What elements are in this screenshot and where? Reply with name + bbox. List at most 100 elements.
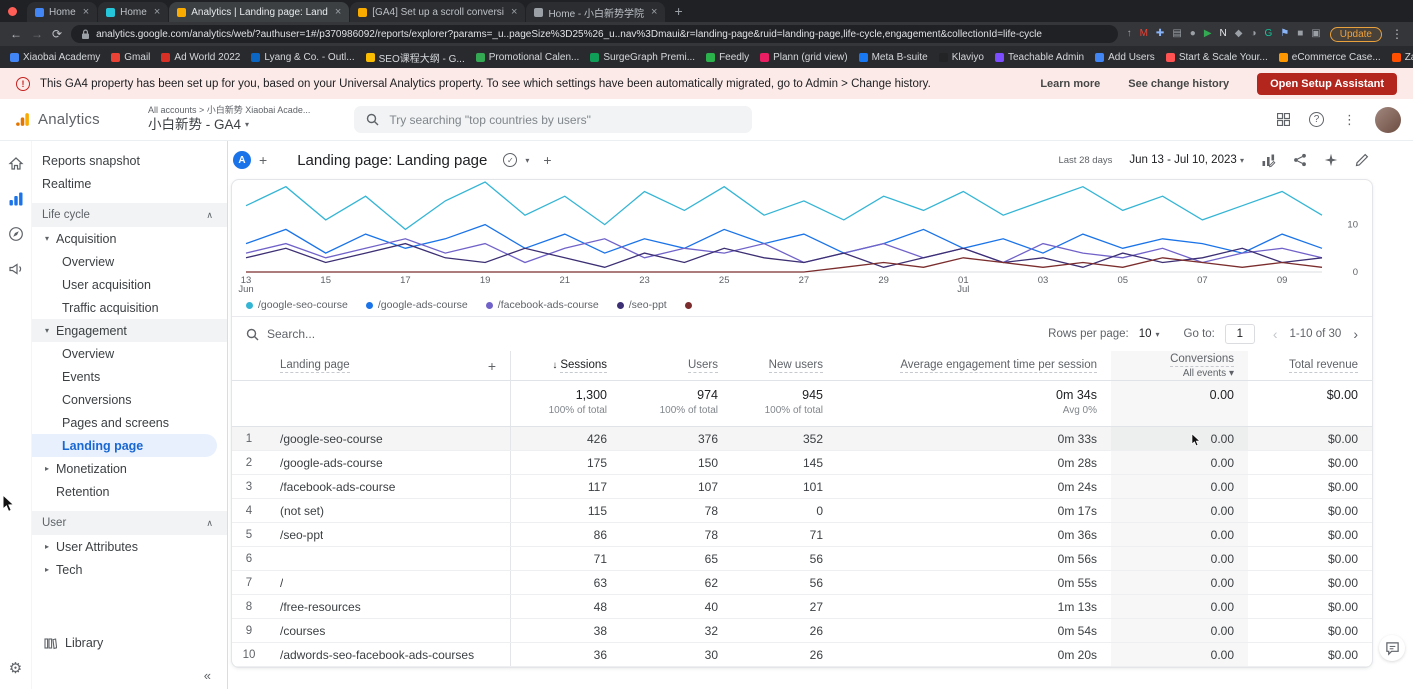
bookmark-item[interactable]: Lyang & Co. - Outl...: [251, 52, 354, 63]
gmail-icon[interactable]: M: [1140, 29, 1148, 39]
next-page-icon[interactable]: ›: [1353, 326, 1358, 342]
add-report-icon[interactable]: +: [543, 152, 551, 168]
go-to-page-input[interactable]: 1: [1225, 324, 1255, 344]
insights-icon[interactable]: [1324, 153, 1338, 167]
sidebar-item-conversions[interactable]: Conversions: [32, 388, 227, 411]
bookmark-item[interactable]: Start & Scale Your...: [1166, 52, 1268, 63]
new-tab-icon[interactable]: +: [674, 3, 682, 19]
admin-gear-icon[interactable]: ⚙: [9, 659, 22, 677]
property-switcher[interactable]: All accounts > 小白新势 Xiaobai Acade... 小白新…: [148, 105, 310, 133]
reload-icon[interactable]: ⟳: [52, 27, 62, 41]
sidebar-item-landing-page[interactable]: Landing page: [32, 434, 217, 457]
screenshot-icon[interactable]: ■: [1297, 29, 1303, 39]
bookmark-item[interactable]: Promotional Calen...: [476, 52, 580, 63]
column-avg-engagement-time[interactable]: Average engagement time per session: [837, 351, 1111, 380]
more-vert-icon[interactable]: ⋮: [1343, 112, 1356, 128]
bookmark-item[interactable]: SurgeGraph Premi...: [590, 52, 695, 63]
add-comparison-icon[interactable]: +: [259, 152, 267, 168]
close-window-button[interactable]: [8, 7, 17, 16]
flag-icon[interactable]: ⚑: [1280, 29, 1289, 39]
forward-icon[interactable]: →: [31, 27, 43, 41]
rows-per-page-select[interactable]: 10: [1139, 328, 1152, 340]
date-range-selector[interactable]: Jun 13 - Jul 10, 2023 ▾: [1129, 154, 1244, 166]
tab-close-icon[interactable]: ×: [83, 6, 89, 18]
table-search-input[interactable]: Search...: [267, 327, 315, 341]
check-circle-icon[interactable]: ✓: [503, 153, 517, 167]
conversions-event-filter[interactable]: All events ▾: [1183, 368, 1234, 379]
report-dropdown-icon[interactable]: ▾: [525, 156, 529, 165]
sidebar-item-retention[interactable]: Retention: [32, 480, 227, 503]
avatar[interactable]: [1375, 107, 1401, 133]
help-icon[interactable]: ?: [1309, 112, 1324, 127]
sidebar-item-traffic-acquisition[interactable]: Traffic acquisition: [32, 296, 227, 319]
sidebar-item-user-acquisition[interactable]: User acquisition: [32, 273, 227, 296]
tab-close-icon[interactable]: ×: [651, 6, 657, 18]
update-button[interactable]: Update: [1330, 27, 1382, 42]
browser-tab[interactable]: Analytics | Landing page: Land×: [169, 2, 349, 22]
browser-tab[interactable]: Home×: [27, 2, 97, 22]
bookmark-item[interactable]: Meta B-suite: [859, 52, 928, 63]
rows-per-page-caret-icon[interactable]: ▾: [1156, 330, 1160, 339]
bookmark-item[interactable]: Gmail: [111, 52, 150, 63]
magic-wand-icon[interactable]: ✚: [1156, 29, 1164, 39]
play-icon[interactable]: ▶: [1204, 29, 1212, 39]
column-conversions[interactable]: Conversions All events ▾: [1111, 351, 1248, 380]
feedback-button[interactable]: [1379, 635, 1405, 661]
add-dimension-icon[interactable]: +: [488, 358, 496, 374]
analytics-logo[interactable]: Analytics: [0, 111, 148, 128]
column-landing-page[interactable]: Landing page +: [266, 351, 511, 380]
open-setup-assistant-button[interactable]: Open Setup Assistant: [1257, 73, 1397, 95]
apps-grid-icon[interactable]: ▤: [1172, 29, 1181, 39]
sidebar-item-overview[interactable]: Overview: [32, 250, 227, 273]
url-input[interactable]: analytics.google.com/analytics/web/?auth…: [71, 25, 1118, 43]
see-change-history-link[interactable]: See change history: [1128, 78, 1229, 90]
bookmark-item[interactable]: Xiaobai Academy: [10, 52, 100, 63]
customize-report-icon[interactable]: [1261, 153, 1276, 168]
tab-close-icon[interactable]: ×: [335, 6, 341, 18]
bookmark-item[interactable]: Teachable Admin: [995, 52, 1084, 63]
bookmark-item[interactable]: eCommerce Case...: [1279, 52, 1381, 63]
sidebar-item-user-attributes[interactable]: ▸User Attributes: [32, 535, 227, 558]
browser-menu-icon[interactable]: ⋮: [1391, 27, 1403, 41]
column-users[interactable]: Users: [621, 351, 732, 380]
sidebar-item-overview[interactable]: Overview: [32, 342, 227, 365]
learn-more-link[interactable]: Learn more: [1040, 78, 1100, 90]
sidebar-item-tech[interactable]: ▸Tech: [32, 558, 227, 581]
back-icon[interactable]: ←: [10, 27, 22, 41]
explore-icon[interactable]: [5, 223, 27, 245]
home-icon[interactable]: [5, 153, 27, 175]
puzzle-extensions-icon[interactable]: ◆: [1235, 29, 1243, 39]
sidebar-item-pages-and-screens[interactable]: Pages and screens: [32, 411, 227, 434]
share-icon[interactable]: [1293, 153, 1307, 167]
notion-icon[interactable]: N: [1220, 29, 1227, 39]
column-new-users[interactable]: New users: [732, 351, 837, 380]
sidebar-item-acquisition[interactable]: ▾Acquisition: [32, 227, 227, 250]
bookmark-item[interactable]: SEO课程大纲 - G...: [366, 50, 465, 65]
sidebar-item-life-cycle[interactable]: Life cycle∧: [32, 203, 227, 227]
bookmark-item[interactable]: Ad World 2022: [161, 52, 240, 63]
bookmark-item[interactable]: Add Users: [1095, 52, 1155, 63]
bookmark-item[interactable]: Zap History: [1392, 52, 1413, 63]
edit-icon[interactable]: [1355, 153, 1369, 167]
tab-close-icon[interactable]: ×: [511, 6, 517, 18]
diagnostics-grid-icon[interactable]: [1277, 113, 1290, 126]
reports-icon[interactable]: [5, 188, 27, 210]
advertising-icon[interactable]: [5, 258, 27, 280]
table-search-icon[interactable]: [246, 328, 259, 341]
sidebar-item-realtime[interactable]: Realtime: [32, 172, 227, 195]
sidebar-item-user[interactable]: User∧: [32, 511, 227, 535]
contrast-icon[interactable]: ◑: [1250, 29, 1256, 39]
previous-page-icon[interactable]: ‹: [1273, 326, 1278, 342]
sidebar-item-events[interactable]: Events: [32, 365, 227, 388]
side-panel-icon[interactable]: ▣: [1311, 29, 1320, 39]
tab-close-icon[interactable]: ×: [154, 6, 160, 18]
browser-tab[interactable]: Home×: [98, 2, 168, 22]
bookmark-item[interactable]: Klaviyo: [939, 52, 984, 63]
sidebar-item-library[interactable]: Library: [32, 631, 227, 655]
column-total-revenue[interactable]: Total revenue: [1248, 351, 1372, 380]
sidebar-item-monetization[interactable]: ▸Monetization: [32, 457, 227, 480]
grammarly-icon[interactable]: G: [1265, 29, 1273, 39]
comparison-badge[interactable]: A: [233, 151, 251, 169]
browser-tab[interactable]: [GA4] Set up a scroll conversi×: [350, 2, 525, 22]
camera-icon[interactable]: ●: [1190, 29, 1196, 39]
